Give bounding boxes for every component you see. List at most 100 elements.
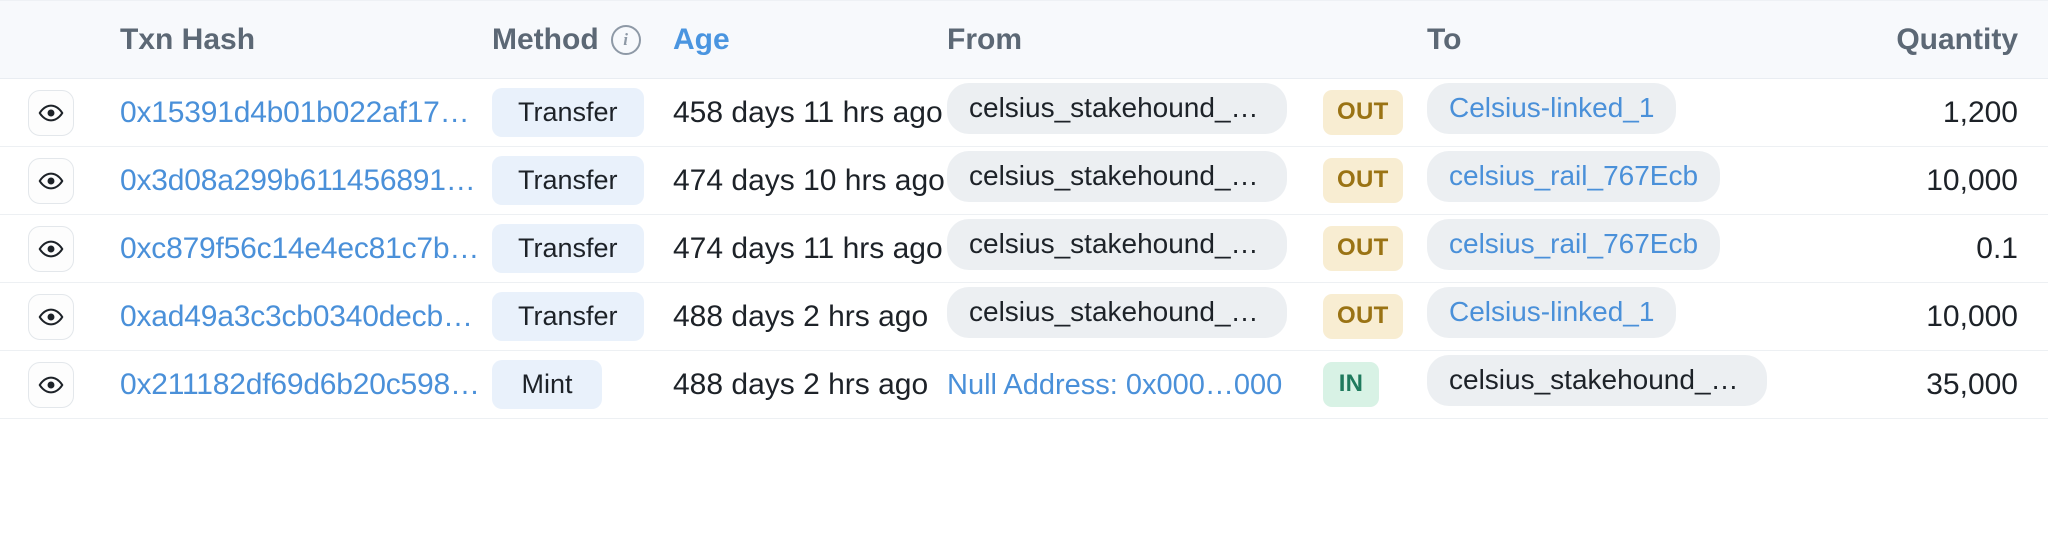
quantity-value: 10,000 (1926, 163, 2018, 197)
method-badge[interactable]: Transfer (492, 155, 644, 206)
method-badge[interactable]: Mint (492, 359, 602, 410)
transactions-table: Txn Hash Method i Age From To Quantity 0… (0, 0, 2048, 419)
age-cell: 474 days 11 hrs ago (667, 215, 943, 283)
table-row[interactable]: 0x3d08a299b611456891… Transfer 474 days 10… (0, 146, 2048, 215)
age-value: 474 days 10 hrs ago (673, 163, 945, 197)
table-row[interactable]: 0x15391d4b01b022af17… Transfer 458 days 11… (0, 78, 2048, 147)
quantity-cell: 10,000 (1802, 283, 2048, 351)
table-row[interactable]: 0xc879f56c14e4ec81c7b… Transfer 474 days 1… (0, 214, 2048, 283)
from-address-link[interactable]: Null Address: 0x000…000 (947, 369, 1282, 401)
method-cell: Transfer (492, 283, 667, 351)
to-address-pill[interactable]: celsius_rail_767Ecb (1427, 151, 1721, 202)
from-address-pill[interactable]: celsius_stakehound_f0d54… (947, 151, 1287, 202)
from-address-pill[interactable]: celsius_stakehound_f0d54… (947, 83, 1287, 134)
column-header-from-label: From (947, 22, 1022, 56)
age-value: 474 days 11 hrs ago (673, 231, 943, 265)
eye-icon[interactable] (28, 225, 74, 272)
to-cell: celsius_rail_767Ecb (1417, 147, 1802, 215)
column-header-quantity[interactable]: Quantity (1802, 0, 2048, 79)
column-header-from[interactable]: From (937, 0, 1317, 79)
quantity-cell: 1,200 (1802, 79, 2048, 147)
table-row[interactable]: 0x211182df69d6b20c598… Mint 488 days 2 hrs… (0, 350, 2048, 419)
direction-cell: OUT (1317, 147, 1417, 215)
txn-hash-link[interactable]: 0xc879f56c14e4ec81c7b… (120, 232, 479, 265)
age-cell: 458 days 11 hrs ago (667, 79, 943, 147)
quantity-value: 1,200 (1942, 95, 2018, 129)
age-value: 488 days 2 hrs ago (673, 299, 929, 333)
column-header-quantity-label: Quantity (1896, 22, 2018, 56)
table-body: 0x15391d4b01b022af17… Transfer 458 days 11… (0, 78, 2048, 419)
age-value: 488 days 2 hrs ago (673, 367, 929, 401)
column-header-to[interactable]: To (1417, 0, 1802, 79)
to-address-pill[interactable]: Celsius-linked_1 (1427, 287, 1677, 338)
direction-badge: OUT (1323, 226, 1403, 271)
info-icon[interactable]: i (610, 24, 641, 55)
from-cell: celsius_stakehound_f0d54… (937, 215, 1317, 283)
table-header: Txn Hash Method i Age From To Quantity (0, 0, 2048, 79)
txn-hash-link[interactable]: 0x3d08a299b611456891… (120, 164, 476, 197)
direction-badge: OUT (1323, 294, 1403, 339)
to-address-pill[interactable]: celsius_rail_767Ecb (1427, 219, 1721, 270)
column-header-age-label: Age (673, 22, 730, 56)
quantity-value: 0.1 (1976, 231, 2018, 265)
txn-hash-cell: 0xad49a3c3cb0340decb… (92, 283, 492, 351)
from-cell: celsius_stakehound_f0d54… (937, 147, 1317, 215)
column-header-watch (0, 0, 92, 79)
age-value: 458 days 11 hrs ago (673, 95, 943, 129)
column-header-method[interactable]: Method i (492, 0, 667, 79)
column-header-txn-hash-label: Txn Hash (120, 22, 256, 56)
from-address-pill[interactable]: celsius_stakehound_f0d54… (947, 219, 1287, 270)
txn-hash-link[interactable]: 0x15391d4b01b022af17… (120, 96, 470, 129)
watch-cell (0, 215, 92, 283)
method-cell: Transfer (492, 79, 667, 147)
direction-cell: OUT (1317, 79, 1417, 147)
header-row: Txn Hash Method i Age From To Quantity (0, 0, 2048, 79)
to-address-pill[interactable]: celsius_stakehound_f0d54… (1427, 355, 1767, 406)
txn-hash-cell: 0x15391d4b01b022af17… (92, 79, 492, 147)
direction-badge: OUT (1323, 158, 1403, 203)
column-header-direction (1317, 0, 1417, 79)
age-cell: 488 days 2 hrs ago (667, 351, 937, 419)
txn-hash-cell: 0x3d08a299b611456891… (92, 147, 492, 215)
txn-hash-link[interactable]: 0xad49a3c3cb0340decb… (120, 300, 473, 333)
method-badge[interactable]: Transfer (492, 291, 644, 342)
eye-icon[interactable] (28, 361, 74, 408)
watch-cell (0, 283, 92, 351)
age-cell: 474 days 10 hrs ago (667, 147, 945, 215)
to-address-pill[interactable]: Celsius-linked_1 (1427, 83, 1677, 134)
method-cell: Transfer (492, 147, 667, 215)
quantity-cell: 10,000 (1802, 147, 2048, 215)
quantity-cell: 0.1 (1802, 215, 2048, 283)
method-badge[interactable]: Transfer (492, 87, 644, 138)
from-cell: Null Address: 0x000…000 (937, 351, 1317, 419)
to-cell: celsius_rail_767Ecb (1417, 215, 1802, 283)
method-cell: Mint (492, 351, 667, 419)
to-cell: Celsius-linked_1 (1417, 79, 1802, 147)
age-cell: 488 days 2 hrs ago (667, 283, 937, 351)
direction-cell: OUT (1317, 283, 1417, 351)
direction-cell: IN (1317, 351, 1417, 419)
eye-icon[interactable] (28, 157, 74, 204)
quantity-value: 10,000 (1926, 299, 2018, 333)
to-cell: celsius_stakehound_f0d54… (1417, 351, 1802, 419)
column-header-age[interactable]: Age (667, 0, 937, 79)
quantity-value: 35,000 (1926, 367, 2018, 401)
watch-cell (0, 351, 92, 419)
txn-hash-cell: 0x211182df69d6b20c598… (92, 351, 492, 419)
method-cell: Transfer (492, 215, 667, 283)
direction-badge: OUT (1323, 90, 1403, 135)
watch-cell (0, 79, 92, 147)
txn-hash-cell: 0xc879f56c14e4ec81c7b… (92, 215, 492, 283)
eye-icon[interactable] (28, 89, 74, 136)
from-address-pill[interactable]: celsius_stakehound_f0d54… (947, 287, 1287, 338)
from-cell: celsius_stakehound_f0d54… (937, 79, 1317, 147)
txn-hash-link[interactable]: 0x211182df69d6b20c598… (120, 368, 480, 401)
watch-cell (0, 147, 92, 215)
column-header-txn-hash[interactable]: Txn Hash (92, 0, 492, 79)
direction-cell: OUT (1317, 215, 1417, 283)
table-row[interactable]: 0xad49a3c3cb0340decb… Transfer 488 days 2 … (0, 282, 2048, 351)
eye-icon[interactable] (28, 293, 74, 340)
quantity-cell: 35,000 (1802, 351, 2048, 419)
method-badge[interactable]: Transfer (492, 223, 644, 274)
from-cell: celsius_stakehound_f0d54… (937, 283, 1317, 351)
